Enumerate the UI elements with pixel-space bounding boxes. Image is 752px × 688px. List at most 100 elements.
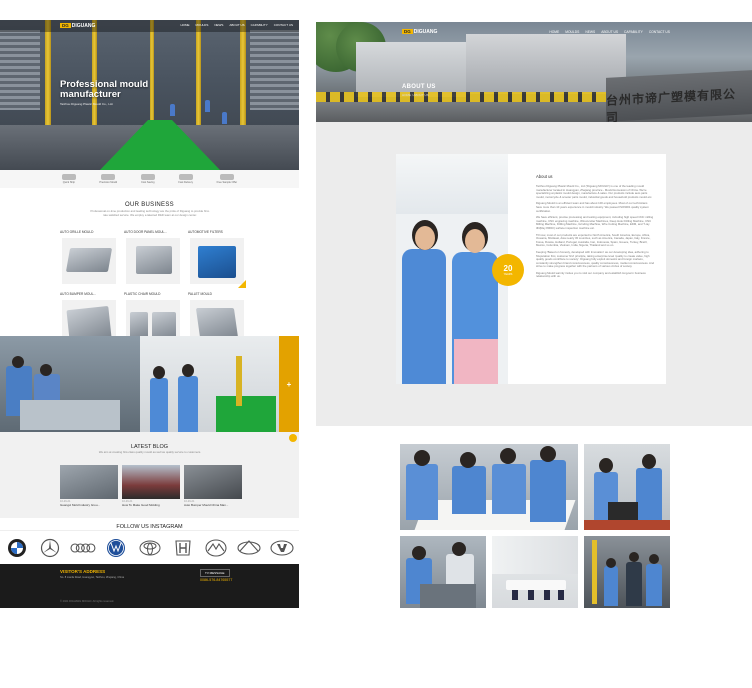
gift-icon xyxy=(219,174,234,180)
feature-label: Fast Delivery xyxy=(178,181,194,184)
card-label: PALLET MOULD xyxy=(188,292,212,296)
volkswagen-logo xyxy=(101,537,131,559)
nav-news[interactable]: NEWS xyxy=(585,30,595,34)
nav-about[interactable]: ABOUT US xyxy=(601,30,618,34)
our-business-section: OUR BUSINESS Professional on-time produc… xyxy=(0,188,299,356)
worker-figure xyxy=(178,376,198,432)
about-paragraph: Diguang Mould is an efficient team and h… xyxy=(536,201,649,213)
engineer-figure xyxy=(492,464,526,514)
about-paragraph: We have efficient, precise processing an… xyxy=(536,215,654,230)
mould-shape xyxy=(136,246,172,274)
about-paragraph: Keeping 'Based on honesty, developed wit… xyxy=(536,249,655,269)
factory-column xyxy=(236,356,242,406)
plus-icon: + xyxy=(286,379,292,389)
worker-figure xyxy=(205,100,210,112)
blog-thumbnail xyxy=(184,465,242,499)
blog-card[interactable]: 10-26-21 How To Make Good Molding xyxy=(122,465,180,507)
gallery-image-meeting[interactable] xyxy=(400,444,578,530)
employee-face xyxy=(465,229,485,253)
business-card[interactable]: AUTOMOTIVE FILTERS xyxy=(188,230,246,288)
about-paragraph: Taizhou Diguang Plastic Mould Co., Ltd (… xyxy=(536,184,653,199)
nav-home[interactable]: HOME xyxy=(181,23,190,27)
nav-contact[interactable]: CONTACT US xyxy=(274,23,293,27)
engineer-head xyxy=(414,450,430,466)
feature-item[interactable]: Free Sample Offer xyxy=(217,174,237,184)
nav-capability[interactable]: CAPABILITY xyxy=(624,30,643,34)
nav-news[interactable]: NEWS xyxy=(214,23,223,27)
engineer-head xyxy=(500,448,516,464)
footer-phone[interactable]: 0086-576-84765577 xyxy=(200,578,232,582)
breadcrumb[interactable]: HOME / ABOUT US xyxy=(402,93,429,97)
mercedes-logo xyxy=(35,537,65,559)
more-button[interactable]: + xyxy=(279,336,299,432)
chair xyxy=(558,590,564,600)
blog-title: Auto Bumper Mould China Man... xyxy=(184,503,229,507)
gallery-image-computer[interactable] xyxy=(584,444,670,530)
home-hero: DG DIGUANG HOME MOULDS NEWS ABOUT US CAPA… xyxy=(0,20,299,170)
nav-capability[interactable]: CAPABILITY xyxy=(251,23,268,27)
chat-bubble-icon[interactable] xyxy=(289,434,297,442)
gallery-image-meeting-room[interactable] xyxy=(492,536,578,608)
feature-item[interactable]: Fast Delivery xyxy=(178,174,193,184)
blog-card[interactable]: 10-26-21 Guangxi Mold Industry Grou... xyxy=(60,465,118,507)
worker-head xyxy=(606,558,616,568)
worker-head xyxy=(629,552,639,562)
engineer-figure xyxy=(636,468,662,522)
mazda-logo xyxy=(201,537,231,559)
blog-card[interactable]: 10-26-21 Auto Bumper Mould China Man... xyxy=(184,465,242,507)
laptop xyxy=(608,502,638,520)
bmw-logo xyxy=(2,537,32,559)
logo-text: DIGUANG xyxy=(413,29,438,35)
factory-shelf xyxy=(0,30,40,110)
business-card[interactable]: AUTO GRILLE MOULD xyxy=(60,230,118,288)
nav-about[interactable]: ABOUT US xyxy=(229,23,244,27)
feature-label: Precision Mould xyxy=(99,181,118,184)
gallery-image-factory[interactable] xyxy=(584,536,670,608)
about-heading: About us xyxy=(536,174,553,179)
feature-item[interactable]: Cost Saving xyxy=(140,174,155,184)
hero-subtitle: Taizhou Diguang Plastic Mould Co., Ltd. xyxy=(60,102,114,106)
about-nav-links: HOME MOULDS NEWS ABOUT US CAPABILITY CON… xyxy=(549,30,670,34)
about-text: About us Taizhou Diguang Plastic Mould C… xyxy=(536,174,654,282)
nav-moulds[interactable]: MOULDS xyxy=(565,30,579,34)
blog-title: How To Make Good Molding xyxy=(122,503,160,507)
nav-moulds[interactable]: MOULDS xyxy=(196,23,209,27)
engineer-figure xyxy=(406,464,438,520)
blog-title: Guangxi Mold Industry Grou... xyxy=(60,503,101,507)
pink-skirt xyxy=(454,339,498,384)
blog-thumbnail xyxy=(122,465,180,499)
years-badge: 20 YEARS xyxy=(492,254,524,286)
employee-face xyxy=(415,226,435,250)
site-footer: VISITOR'S ADDRESS No. 8 Lianfa Road, Hua… xyxy=(0,564,299,608)
nav-contact[interactable]: CONTACT US xyxy=(649,30,670,34)
card-label: AUTO DOOR PANEL MOUL... xyxy=(124,230,167,234)
infiniti-logo xyxy=(234,537,264,559)
years-number: 20 xyxy=(503,263,513,273)
desk xyxy=(584,520,670,530)
audi-logo xyxy=(68,537,98,559)
worker-head xyxy=(12,356,24,368)
company-sign: 台州市谛广塑模有限公司 xyxy=(606,70,752,122)
feature-item[interactable]: Quick Ship xyxy=(61,174,76,184)
product-image xyxy=(126,238,180,284)
site-logo[interactable]: DG DIGUANG xyxy=(60,23,95,29)
mould-shape xyxy=(152,312,176,338)
home-nav-bar: DG DIGUANG HOME MOULDS NEWS ABOUT US CAPA… xyxy=(0,20,299,32)
site-logo[interactable]: DG DIGUANG xyxy=(402,29,437,35)
feature-label: Cost Saving xyxy=(141,181,155,184)
years-unit: YEARS xyxy=(503,272,513,276)
feature-icon-strip: Quick Ship Precision Mould Cost Saving F… xyxy=(0,170,299,188)
engineer-head xyxy=(642,454,656,469)
worker-head xyxy=(182,364,194,377)
factory-column xyxy=(150,20,154,130)
nav-home[interactable]: HOME xyxy=(549,30,559,34)
about-paragraph: Till now, most of our products are expor… xyxy=(536,232,651,248)
blog-thumbnail xyxy=(60,465,118,499)
about-page-screenshot: 台州市谛广塑模有限公司 DG DIGUANG HOME MOULDS NEWS A… xyxy=(316,22,752,426)
gallery-image-workshop[interactable] xyxy=(400,536,486,608)
message-button[interactable]: TV MESSAGE xyxy=(200,569,230,577)
business-card[interactable]: AUTO DOOR PANEL MOUL... xyxy=(124,230,182,288)
clock-icon xyxy=(178,174,193,180)
meeting-room-wall xyxy=(492,536,578,574)
feature-item[interactable]: Precision Mould xyxy=(99,174,117,184)
